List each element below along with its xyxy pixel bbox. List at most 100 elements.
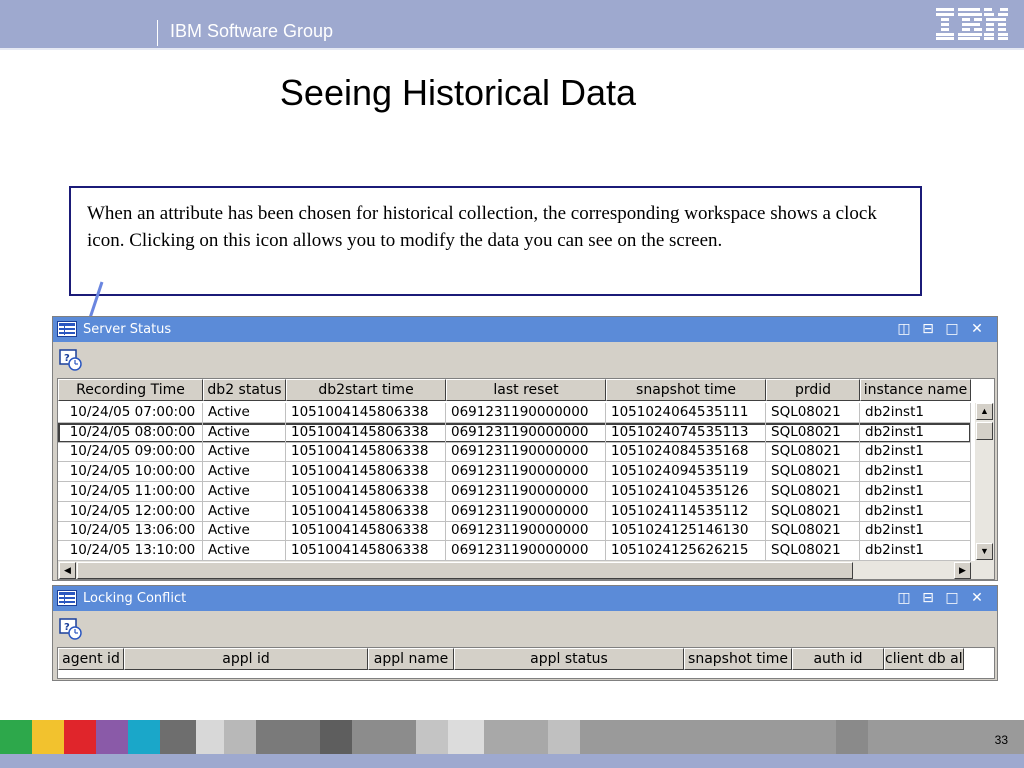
maximize-icon[interactable]: □ xyxy=(944,591,960,605)
split-horizontal-icon[interactable]: ⊟ xyxy=(920,322,936,336)
table-cell: 1051024125146130 xyxy=(606,521,766,542)
table-cell: 1051024064535111 xyxy=(606,403,766,423)
table-cell: Active xyxy=(203,501,286,522)
scroll-right-button[interactable]: ▶ xyxy=(954,562,971,579)
table-cell: 1051004145806338 xyxy=(286,501,446,522)
history-clock-icon[interactable]: ? xyxy=(59,349,83,371)
column-header[interactable]: db2start time xyxy=(286,379,446,401)
maximize-icon[interactable]: □ xyxy=(944,322,960,336)
footer-swatch xyxy=(0,720,32,754)
table-cell: Active xyxy=(203,442,286,463)
table-row[interactable]: 10/24/05 11:00:00 Active 1051004145806338 0… xyxy=(58,481,971,502)
column-header[interactable]: client db ali: xyxy=(884,648,964,670)
split-vertical-icon[interactable]: ◫ xyxy=(896,591,912,605)
table-cell: 1051024074535113 xyxy=(606,422,766,443)
scroll-up-button[interactable]: ▲ xyxy=(976,403,993,420)
table-cell: db2inst1 xyxy=(860,403,971,423)
header-rule xyxy=(0,48,1024,50)
scroll-thumb[interactable] xyxy=(77,562,853,579)
scroll-left-button[interactable]: ◀ xyxy=(59,562,76,579)
table-cell: 10/24/05 10:00:00 xyxy=(58,462,203,483)
footer-strip xyxy=(0,720,1024,754)
vertical-scrollbar[interactable]: ▲ ▼ xyxy=(975,403,994,561)
locking-conflict-table: agent id appl id appl name appl status snaps… xyxy=(57,647,995,679)
table-cell: 10/24/05 08:00:00 xyxy=(58,422,203,443)
table-row[interactable]: 10/24/05 08:00:00 Active 1051004145806338 0… xyxy=(58,422,971,443)
table-cell: db2inst1 xyxy=(860,422,971,443)
footer-swatch xyxy=(836,720,868,754)
close-icon[interactable]: ✕ xyxy=(969,322,985,336)
column-header[interactable]: appl id xyxy=(124,648,368,670)
table-cell: db2inst1 xyxy=(860,442,971,463)
column-header[interactable]: agent id xyxy=(58,648,124,670)
table-cell: 1051004145806338 xyxy=(286,521,446,542)
column-header[interactable]: Recording Time xyxy=(58,379,203,401)
table-cell: 0691231190000000 xyxy=(446,540,606,561)
footer-image xyxy=(320,720,352,754)
table-cell: 1051024114535112 xyxy=(606,501,766,522)
table-cell: 10/24/05 12:00:00 xyxy=(58,501,203,522)
footer-bar xyxy=(0,754,1024,768)
table-cell: SQL08021 xyxy=(766,481,860,502)
header-group-name: IBM Software Group xyxy=(170,21,334,41)
footer-image xyxy=(196,720,224,754)
table-cell: SQL08021 xyxy=(766,521,860,542)
table-icon xyxy=(57,590,77,606)
header-separator xyxy=(157,20,158,46)
footer-swatch xyxy=(128,720,160,754)
table-row[interactable]: 10/24/05 13:10:00 Active 1051004145806338 0… xyxy=(58,540,971,561)
horizontal-scrollbar[interactable]: ◀ ▶ xyxy=(58,561,994,579)
table-cell: SQL08021 xyxy=(766,442,860,463)
table-cell: SQL08021 xyxy=(766,422,860,443)
server-status-pane: Server Status ◫ ⊟ □ ✕ ? Recording Time db… xyxy=(52,316,998,581)
table-row[interactable]: 10/24/05 10:00:00 Active 1051004145806338 0… xyxy=(58,462,971,483)
table-cell: 10/24/05 13:06:00 xyxy=(58,521,203,542)
column-header[interactable]: last reset xyxy=(446,379,606,401)
table-row[interactable]: 10/24/05 12:00:00 Active 1051004145806338 0… xyxy=(58,501,971,522)
close-icon[interactable]: ✕ xyxy=(969,591,985,605)
table-cell: 1051024084535168 xyxy=(606,442,766,463)
slide-title: Seeing Historical Data xyxy=(279,72,637,113)
column-header[interactable]: snapshot time xyxy=(684,648,792,670)
table-cell: 1051024094535119 xyxy=(606,462,766,483)
table-cell: 0691231190000000 xyxy=(446,462,606,483)
footer-swatch xyxy=(64,720,96,754)
table-cell: 0691231190000000 xyxy=(446,501,606,522)
table-cell: SQL08021 xyxy=(766,462,860,483)
table-cell: SQL08021 xyxy=(766,501,860,522)
table-cell: 1051004145806338 xyxy=(286,481,446,502)
column-header[interactable]: instance name xyxy=(860,379,971,401)
ibm-logo xyxy=(936,8,1008,40)
table-cell: db2inst1 xyxy=(860,540,971,561)
server-status-toolbar: ? xyxy=(53,342,997,378)
table-cell: 0691231190000000 xyxy=(446,442,606,463)
footer-swatch xyxy=(32,720,64,754)
table-row[interactable]: 10/24/05 13:06:00 Active 1051004145806338 0… xyxy=(58,521,971,542)
scroll-thumb[interactable] xyxy=(976,422,993,440)
footer-image xyxy=(224,720,256,754)
table-cell: 10/24/05 07:00:00 xyxy=(58,403,203,423)
table-cell: 1051004145806338 xyxy=(286,462,446,483)
server-status-table: Recording Time db2 status db2start time las… xyxy=(57,378,995,580)
table-row[interactable]: 10/24/05 09:00:00 Active 1051004145806338 0… xyxy=(58,442,971,463)
column-header[interactable]: appl status xyxy=(454,648,684,670)
column-header[interactable]: snapshot time xyxy=(606,379,766,401)
footer-image xyxy=(256,720,320,754)
column-header[interactable]: appl name xyxy=(368,648,454,670)
server-status-titlebar: Server Status ◫ ⊟ □ ✕ xyxy=(53,317,997,342)
table-cell: 1051004145806338 xyxy=(286,422,446,443)
scroll-down-button[interactable]: ▼ xyxy=(976,543,993,560)
column-header[interactable]: db2 status xyxy=(203,379,286,401)
footer-swatch xyxy=(448,720,484,754)
split-horizontal-icon[interactable]: ⊟ xyxy=(920,591,936,605)
split-vertical-icon[interactable]: ◫ xyxy=(896,322,912,336)
history-clock-icon[interactable]: ? xyxy=(59,618,83,640)
table-row[interactable]: 10/24/05 07:00:00 Active 1051004145806338 0… xyxy=(58,403,971,423)
table-cell: 1051024104535126 xyxy=(606,481,766,502)
table-cell: db2inst1 xyxy=(860,481,971,502)
column-header[interactable]: prdid xyxy=(766,379,860,401)
table-cell: 10/24/05 09:00:00 xyxy=(58,442,203,463)
column-header[interactable]: auth id xyxy=(792,648,884,670)
footer-swatch xyxy=(548,720,580,754)
table-cell: SQL08021 xyxy=(766,540,860,561)
